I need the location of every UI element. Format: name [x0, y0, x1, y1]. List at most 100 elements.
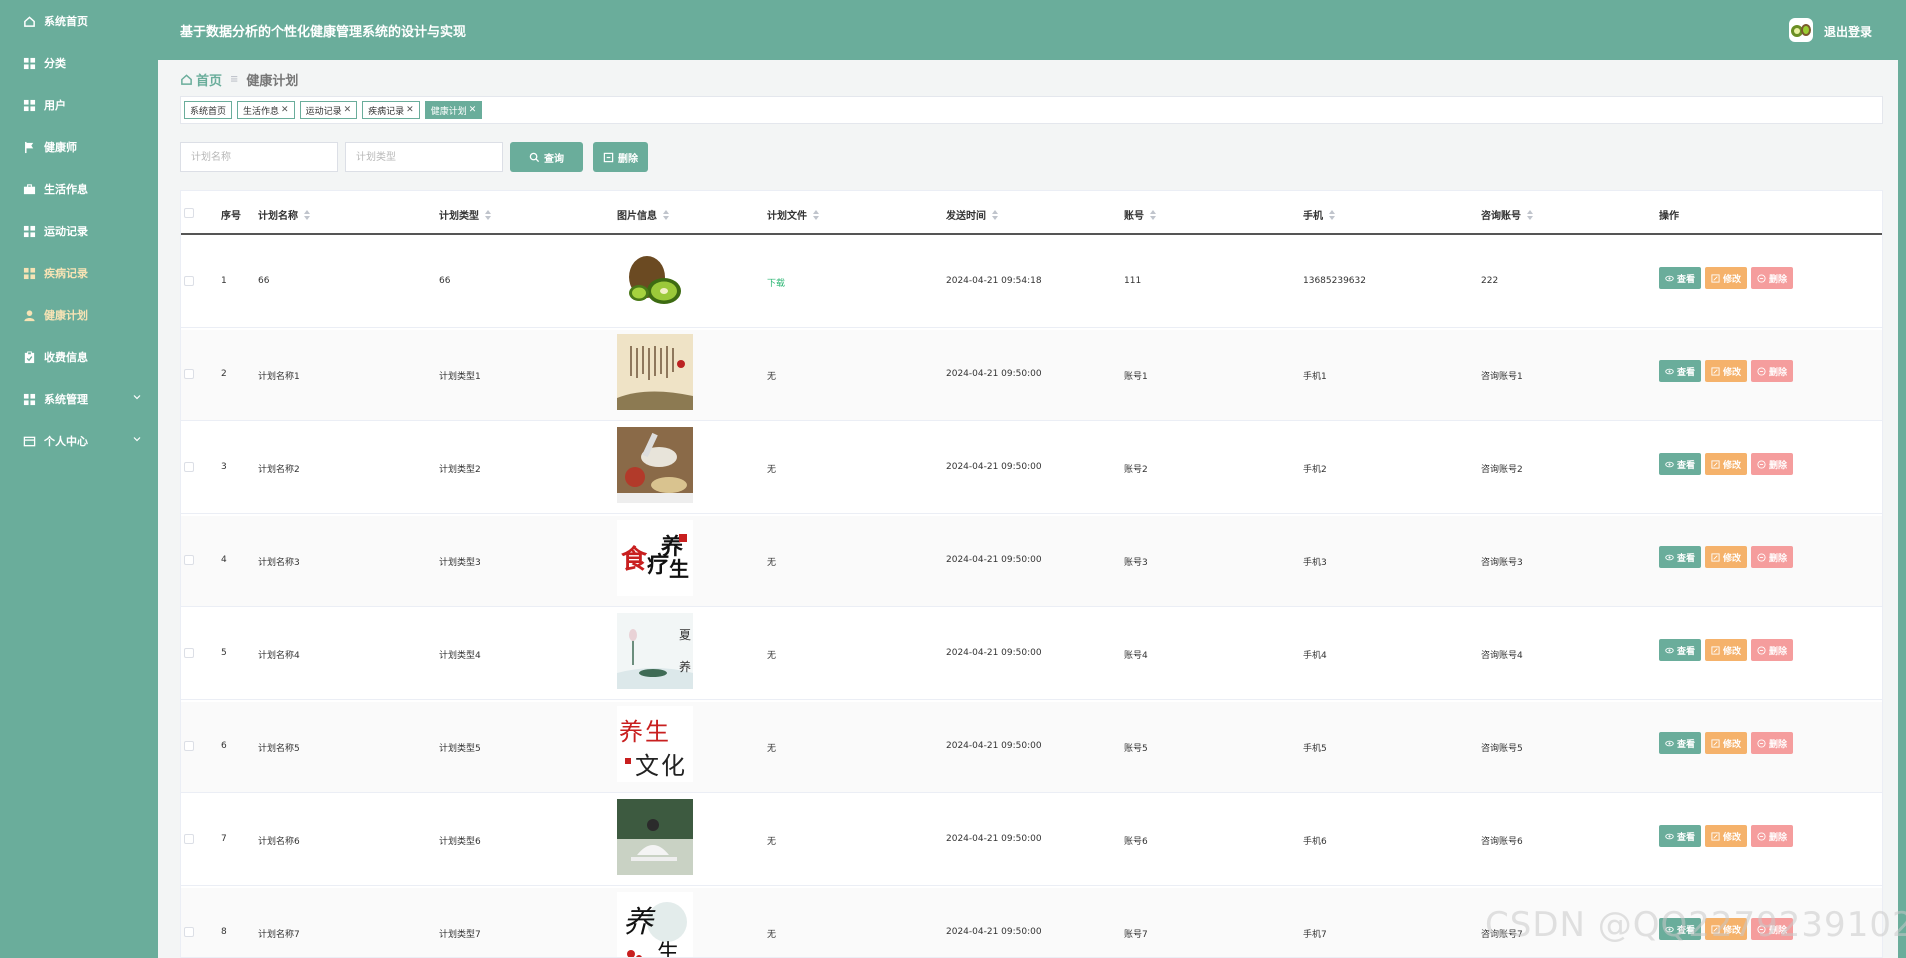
sidebar-item-health-plan[interactable]: 健康计划	[0, 294, 158, 336]
tag-home[interactable]: 系统首页	[184, 101, 233, 119]
sidebar-item-label: 分类	[44, 57, 66, 70]
header-plan-name[interactable]: 计划名称	[258, 207, 310, 222]
view-button[interactable]: 查看	[1659, 639, 1702, 661]
edit-button[interactable]: 修改	[1705, 453, 1748, 475]
batch-delete-button[interactable]: 删除	[593, 142, 648, 172]
plan-image[interactable]: 养生	[617, 892, 693, 957]
close-icon[interactable]: ✕	[344, 105, 352, 115]
plan-image[interactable]	[617, 334, 693, 410]
sort-icon[interactable]	[304, 209, 310, 220]
row-checkbox[interactable]	[184, 555, 194, 565]
table-row[interactable]: 6 计划名称5 计划类型5 养生文化 无 2024-04-21 09:50:00…	[181, 702, 1882, 793]
delete-button[interactable]: 删除	[1751, 267, 1794, 289]
row-checkbox[interactable]	[184, 648, 194, 658]
cell-index: 8	[221, 927, 227, 937]
row-checkbox[interactable]	[184, 741, 194, 751]
edit-button[interactable]: 修改	[1705, 360, 1748, 382]
delete-button[interactable]: 删除	[1751, 639, 1794, 661]
plan-image[interactable]	[617, 799, 693, 875]
edit-button[interactable]: 修改	[1705, 546, 1748, 568]
tag-disease[interactable]: 疾病记录 ✕	[362, 101, 420, 119]
plan-image[interactable]	[617, 427, 693, 503]
view-button[interactable]: 查看	[1659, 732, 1702, 754]
tag-exercise[interactable]: 运动记录 ✕	[299, 101, 358, 119]
header-account[interactable]: 账号	[1124, 207, 1156, 222]
cell-consult-account: 咨询账号5	[1481, 744, 1523, 754]
delete-button[interactable]: 删除	[1751, 918, 1794, 940]
header-send-time[interactable]: 发送时间	[946, 207, 998, 222]
row-checkbox[interactable]	[184, 927, 194, 937]
row-checkbox[interactable]	[184, 276, 194, 286]
header-plan-type[interactable]: 计划类型	[439, 207, 491, 222]
row-checkbox[interactable]	[184, 462, 194, 472]
plan-type-input[interactable]	[345, 142, 503, 172]
sidebar-item-users[interactable]: 用户	[0, 84, 158, 126]
delete-button[interactable]: 删除	[1751, 360, 1794, 382]
edit-button[interactable]: 修改	[1705, 825, 1748, 847]
header-image[interactable]: 图片信息	[617, 207, 669, 222]
close-icon[interactable]: ✕	[469, 105, 477, 115]
sidebar-item-personal-center[interactable]: 个人中心	[0, 420, 158, 462]
table-row[interactable]: 1 66 66 下载 2024-04-21 09:54:18 111 13685…	[181, 237, 1882, 328]
avatar[interactable]	[1789, 18, 1813, 42]
tag-routine[interactable]: 生活作息 ✕	[237, 101, 295, 119]
table-row[interactable]: 5 计划名称4 计划类型4 夏养 无 2024-04-21 09:50:00 账…	[181, 609, 1882, 700]
sort-icon[interactable]	[992, 209, 998, 220]
delete-button[interactable]: 删除	[1751, 825, 1794, 847]
plan-name-input[interactable]	[180, 142, 338, 172]
logout-button[interactable]: 退出登录	[1824, 23, 1872, 40]
sidebar-item-home[interactable]: 系统首页	[0, 0, 158, 42]
close-icon[interactable]: ✕	[281, 105, 289, 115]
header-consult-account[interactable]: 咨询账号	[1481, 207, 1533, 222]
plan-image[interactable]: 夏养	[617, 613, 693, 689]
row-checkbox[interactable]	[184, 369, 194, 379]
sidebar-item-health-advisor[interactable]: 健康师	[0, 126, 158, 168]
briefcase-icon	[22, 182, 36, 196]
cell-account: 账号3	[1124, 558, 1148, 568]
sort-icon[interactable]	[663, 209, 669, 220]
delete-button[interactable]: 删除	[1751, 546, 1794, 568]
select-all-checkbox[interactable]	[184, 208, 194, 218]
table-row[interactable]: 2 计划名称1 计划类型1 无 2024-04-21 09:50:00 账号1 …	[181, 330, 1882, 421]
table-row[interactable]: 8 计划名称7 计划类型7 养生 无 2024-04-21 09:50:00 账…	[181, 888, 1882, 957]
view-button[interactable]: 查看	[1659, 453, 1702, 475]
header-plan-file[interactable]: 计划文件	[767, 207, 819, 222]
close-icon[interactable]: ✕	[406, 105, 414, 115]
tag-health-plan[interactable]: 健康计划 ✕	[424, 101, 483, 119]
edit-button[interactable]: 修改	[1705, 918, 1748, 940]
row-checkbox[interactable]	[184, 834, 194, 844]
delete-button[interactable]: 删除	[1751, 732, 1794, 754]
table-row[interactable]: 7 计划名称6 计划类型6 无 2024-04-21 09:50:00 账号6 …	[181, 795, 1882, 886]
sidebar-item-exercise[interactable]: 运动记录	[0, 210, 158, 252]
delete-button[interactable]: 删除	[1751, 453, 1794, 475]
edit-button[interactable]: 修改	[1705, 267, 1748, 289]
download-link[interactable]: 下载	[767, 276, 785, 289]
plan-image[interactable]	[617, 241, 693, 317]
sort-icon[interactable]	[813, 209, 819, 220]
sidebar-item-disease[interactable]: 疾病记录	[0, 252, 158, 294]
view-button[interactable]: 查看	[1659, 825, 1702, 847]
view-button[interactable]: 查看	[1659, 918, 1702, 940]
sidebar-item-fees[interactable]: 收费信息	[0, 336, 158, 378]
view-button[interactable]: 查看	[1659, 267, 1702, 289]
sort-icon[interactable]	[1150, 209, 1156, 220]
edit-button[interactable]: 修改	[1705, 732, 1748, 754]
header-phone[interactable]: 手机	[1303, 207, 1335, 222]
table-row[interactable]: 4 计划名称3 计划类型3 食疗养生 无 2024-04-21 09:50:00…	[181, 516, 1882, 607]
sidebar-item-routine[interactable]: 生活作息	[0, 168, 158, 210]
table-row[interactable]: 3 计划名称2 计划类型2 无 2024-04-21 09:50:00 账号2 …	[181, 423, 1882, 514]
sidebar-item-category[interactable]: 分类	[0, 42, 158, 84]
plan-image[interactable]: 养生文化	[617, 706, 693, 782]
delete-icon	[1757, 924, 1766, 934]
edit-button[interactable]: 修改	[1705, 639, 1748, 661]
query-button[interactable]: 查询	[510, 142, 583, 172]
sort-icon[interactable]	[1527, 209, 1533, 220]
svg-text:化: 化	[661, 752, 685, 780]
plan-image[interactable]: 食疗养生	[617, 520, 693, 596]
sort-icon[interactable]	[485, 209, 491, 220]
view-button[interactable]: 查看	[1659, 546, 1702, 568]
view-button[interactable]: 查看	[1659, 360, 1702, 382]
sidebar-item-system-admin[interactable]: 系统管理	[0, 378, 158, 420]
breadcrumb-home[interactable]: 首页	[180, 70, 222, 89]
sort-icon[interactable]	[1329, 209, 1335, 220]
